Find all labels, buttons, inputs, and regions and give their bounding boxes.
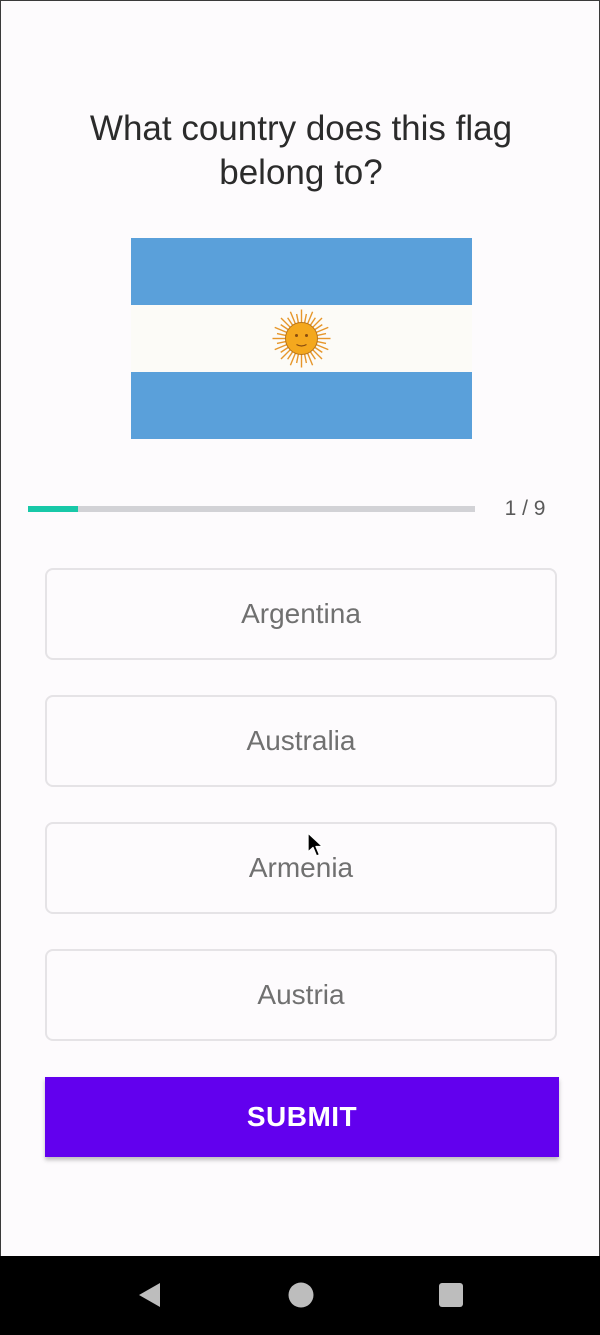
option-argentina[interactable]: Argentina [45,568,557,660]
quiz-progress-bar [28,506,475,512]
option-australia[interactable]: Australia [45,695,557,787]
back-triangle-icon[interactable] [133,1278,167,1312]
sun-of-may-icon [272,309,331,368]
option-armenia[interactable]: Armenia [45,822,557,914]
progress-counter: 1 / 9 [504,497,546,520]
quiz-screen: What country does this flag belong to? 1… [0,0,600,1257]
quiz-progress-fill [28,506,78,512]
recents-square-icon[interactable] [434,1278,468,1312]
device-screen: What country does this flag belong to? 1… [0,0,600,1335]
option-label: Armenia [248,852,354,883]
submit-label: SUBMIT [246,1101,358,1132]
android-navigation-bar [0,1256,600,1335]
submit-button[interactable]: SUBMIT [45,1077,559,1157]
question-text: What country does this flag belong to? [89,109,513,192]
option-label: Austria [257,979,345,1010]
option-label: Australia [246,725,356,756]
home-circle-icon[interactable] [284,1278,318,1312]
mouse-pointer-icon [307,832,324,857]
argentina-flag-image [131,238,472,439]
option-austria[interactable]: Austria [45,949,557,1041]
option-label: Argentina [241,598,361,629]
